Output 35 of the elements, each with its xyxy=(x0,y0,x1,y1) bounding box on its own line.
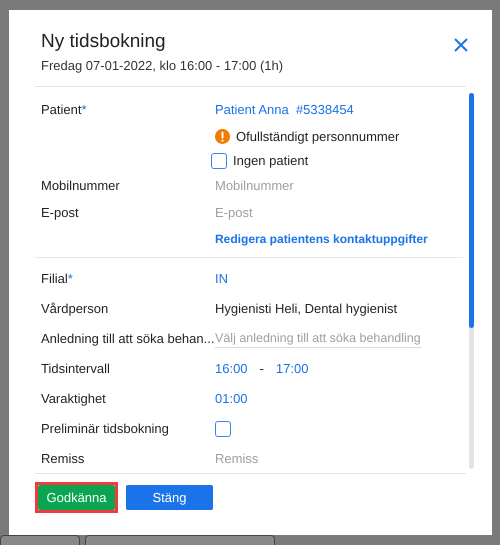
required-mark: * xyxy=(81,100,87,119)
field-label: Patient xyxy=(41,100,82,119)
checkbox[interactable] xyxy=(215,420,231,436)
field-label: Varaktighet xyxy=(41,390,106,408)
warning-icon xyxy=(215,129,230,144)
field-label: Tidsintervall xyxy=(41,360,110,378)
field-label: Preliminär tidsbokning xyxy=(41,420,169,438)
warning-text: Ofullständigt personnummer xyxy=(236,128,400,146)
range-separator: - xyxy=(260,360,264,378)
value-link[interactable]: 01:00 xyxy=(215,388,248,408)
dialog-subtitle: Fredag 07-01-2022, klo 16:00 - 17:00 (1h) xyxy=(41,57,284,75)
time-from[interactable]: 16:00 xyxy=(215,358,248,378)
field-label: Filial xyxy=(41,270,68,288)
scrollbar-thumb[interactable] xyxy=(469,92,474,328)
field-label: E-post xyxy=(41,204,79,222)
value-link[interactable]: IN xyxy=(215,268,228,288)
field-label: Remiss xyxy=(41,450,84,468)
close-button[interactable]: Stäng xyxy=(126,485,213,510)
input-field[interactable]: E-post xyxy=(215,203,375,223)
dialog-title: Ny tidsbokning xyxy=(41,30,167,54)
checkbox-label: Ingen patient xyxy=(233,152,308,170)
checkbox[interactable] xyxy=(211,152,227,168)
field-value: Hygienisti Heli, Dental hygienist xyxy=(215,300,398,318)
input-field[interactable]: Mobilnummer xyxy=(215,176,375,196)
close-icon[interactable] xyxy=(454,38,468,52)
field-label: Vårdperson xyxy=(41,300,108,318)
value-link[interactable]: Patient Anna #5338454 xyxy=(215,100,354,120)
select-field[interactable]: Välj anledning till att söka behandling xyxy=(215,328,421,348)
time-to[interactable]: 17:00 xyxy=(276,358,308,378)
edit-contact-link[interactable]: Redigera patientens kontaktuppgifter xyxy=(215,230,428,248)
required-mark: * xyxy=(68,270,73,288)
approve-button[interactable]: Godkänna xyxy=(38,485,115,510)
input-field[interactable]: Remiss xyxy=(215,448,375,468)
field-label: Mobilnummer xyxy=(41,177,120,196)
field-label: Anledning till att söka behan... xyxy=(41,330,214,348)
